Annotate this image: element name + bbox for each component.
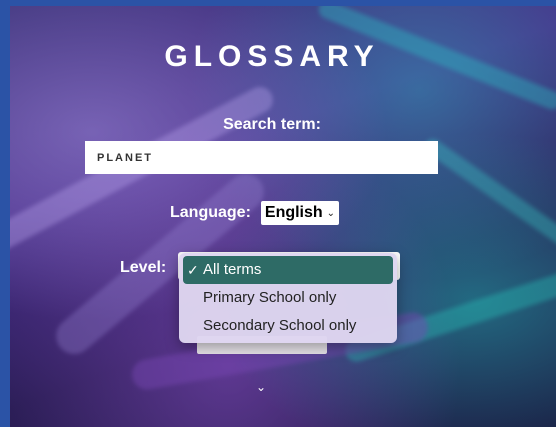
language-select[interactable]: English ⌄ — [260, 201, 340, 225]
window-frame-left — [0, 0, 10, 427]
level-option-all-terms[interactable]: ✓ All terms — [183, 256, 393, 284]
option-label: Secondary School only — [203, 317, 357, 334]
search-input[interactable] — [85, 141, 438, 174]
hero-background: GLOSSARY Search term: Language: English … — [10, 6, 556, 427]
option-label: All terms — [203, 261, 262, 278]
search-label: Search term: — [223, 116, 321, 133]
background-streak — [421, 135, 556, 253]
level-dropdown-menu: ✓ All terms Primary School only Secondar… — [179, 253, 397, 343]
chevron-down-icon: ⌄ — [326, 207, 336, 219]
language-selected-value: English — [264, 204, 323, 221]
language-row: Language: English ⌄ — [170, 201, 340, 225]
checkmark-icon: ✓ — [187, 262, 199, 278]
level-label: Level: — [120, 259, 167, 276]
page-title: GLOSSARY — [164, 40, 380, 73]
scroll-down-chevron-icon[interactable]: ⌄ — [256, 380, 266, 394]
option-label: Primary School only — [203, 289, 337, 306]
language-label: Language: — [170, 204, 251, 221]
level-option-primary[interactable]: Primary School only — [183, 284, 393, 312]
level-option-secondary[interactable]: Secondary School only — [183, 312, 393, 340]
